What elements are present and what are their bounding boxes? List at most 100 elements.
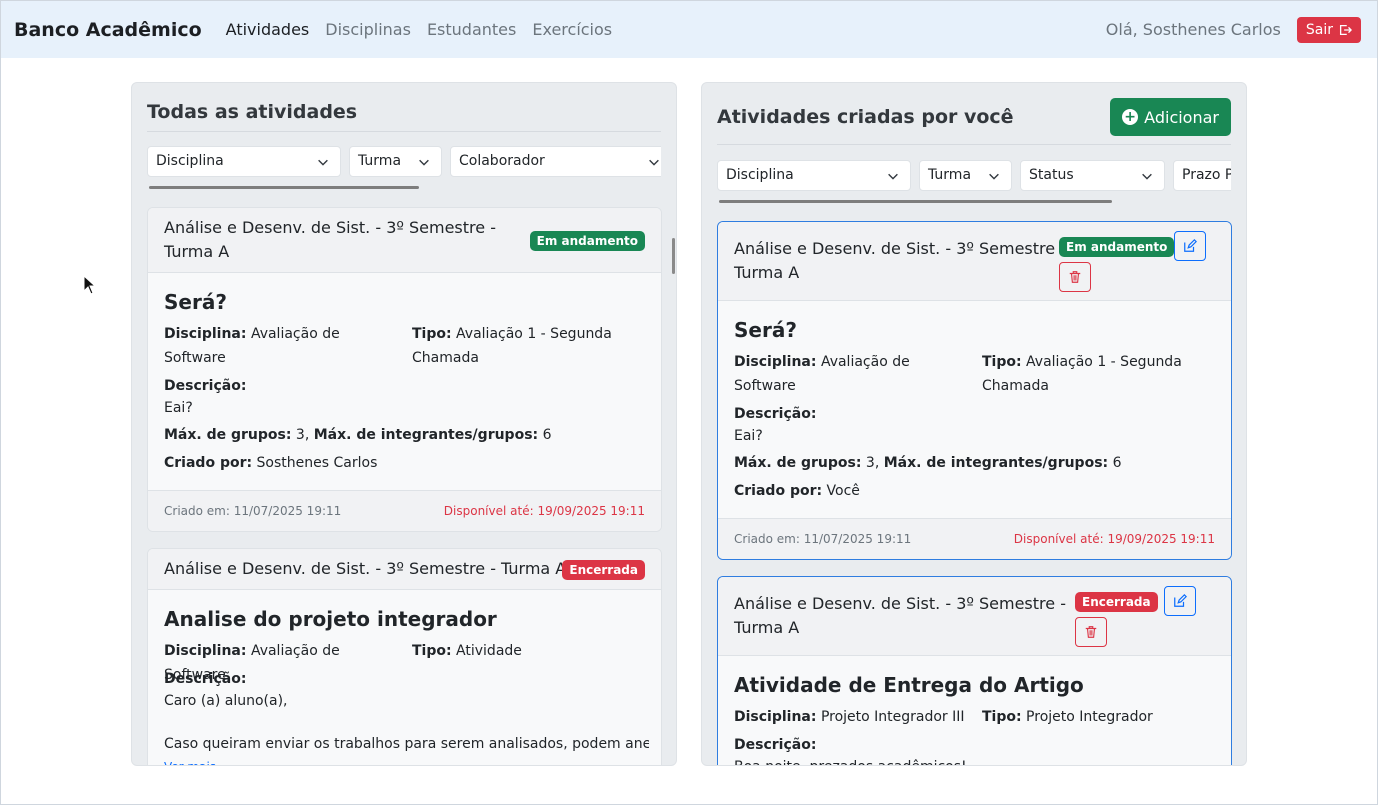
type-label: Tipo: [982, 709, 1022, 725]
filter-disciplina[interactable]: Disciplina [147, 146, 341, 177]
edit-icon [1174, 594, 1187, 607]
add-activity-label: Adicionar [1144, 107, 1219, 127]
add-activity-button[interactable]: + Adicionar [1110, 98, 1231, 136]
mouse-cursor-icon [83, 275, 95, 295]
filter-turma[interactable]: Turma [919, 160, 1012, 191]
status-badge: Encerrada [562, 560, 645, 580]
nav-exercicios[interactable]: Exercícios [532, 20, 612, 39]
created-by-label: Criado por: [164, 455, 253, 471]
all-activities-title: Todas as atividades [147, 101, 358, 123]
discipline-label: Disciplina: [734, 709, 817, 725]
chevron-down-icon [989, 173, 999, 180]
discipline-label: Disciplina: [164, 643, 247, 659]
max-groups-label: Máx. de grupos: [734, 455, 862, 471]
edit-button[interactable] [1174, 231, 1206, 261]
description-label: Descrição: [164, 667, 246, 691]
created-by-value: Você [826, 483, 860, 499]
plus-circle-icon: + [1122, 109, 1139, 125]
my-activities-title: Atividades criadas por você [717, 106, 1014, 128]
chevron-down-icon [888, 173, 898, 180]
card-title: Atividade de Entrega do Artigo [734, 673, 1084, 697]
type-value: Atividade [456, 643, 522, 659]
activity-card[interactable]: Análise e Desenv. de Sist. - 3º Semestre… [147, 207, 662, 532]
user-greeting: Olá, Sosthenes Carlos [1105, 20, 1281, 39]
discipline-field: Disciplina: Avaliação de Software [164, 322, 404, 370]
my-activity-card[interactable]: Análise e Desenv. de Sist. - 3º Semestre… [717, 221, 1232, 560]
status-badge: Em andamento [529, 231, 645, 251]
type-label: Tipo: [412, 326, 452, 342]
created-by-field: Criado por: Sosthenes Carlos [164, 451, 377, 475]
brand-logo[interactable]: Banco Acadêmico [14, 19, 202, 41]
card-class-name: Análise e Desenv. de Sist. - 3º Semestre… [164, 218, 496, 261]
logout-icon [1339, 24, 1352, 35]
discipline-field: Disciplina: Projeto Integrador III [734, 705, 974, 729]
discipline-value: Projeto Integrador III [820, 709, 965, 725]
delete-button[interactable] [1059, 262, 1091, 292]
chevron-down-icon [419, 159, 429, 166]
created-at: Criado em: 11/07/2025 19:11 [734, 532, 912, 546]
filter-prazo[interactable]: Prazo P [1173, 160, 1231, 191]
left-list-vertical-scrollbar[interactable] [672, 238, 675, 274]
filter-status[interactable]: Status [1020, 160, 1165, 191]
type-field: Tipo: Avaliação 1 - Segunda Chamada [982, 350, 1202, 398]
edit-icon [1184, 239, 1197, 252]
available-until: Disponível até: 19/09/2025 19:11 [443, 504, 645, 518]
description-label: Descrição: [164, 374, 246, 398]
description-label-text: Descrição: [734, 737, 817, 753]
logout-label: Sair [1305, 21, 1333, 38]
card-class-name-line: Turma A [734, 263, 800, 282]
nav-estudantes[interactable]: Estudantes [427, 20, 516, 39]
see-more-link[interactable]: Ver mais [164, 755, 216, 765]
max-members-label: Máx. de integrantes/grupos: [883, 455, 1109, 471]
my-activities-panel: Atividades criadas por você + Adicionar … [701, 82, 1247, 766]
created-at: Criado em: 11/07/2025 19:11 [164, 504, 342, 518]
card-title: Será? [164, 290, 227, 314]
all-activities-filters: Disciplina Turma Colaborador [147, 146, 661, 177]
type-label: Tipo: [412, 643, 452, 659]
card-title: Analise do projeto integrador [164, 607, 497, 631]
chevron-down-icon [649, 159, 659, 166]
activity-card[interactable]: Análise e Desenv. de Sist. - 3º Semestre… [147, 548, 662, 765]
card-footer: Criado em: 11/07/2025 19:11 Disponível a… [718, 518, 1231, 559]
top-navbar: Banco Acadêmico Atividades Disciplinas E… [1, 1, 1377, 58]
groups-field: Máx. de grupos: 3, Máx. de integrantes/g… [734, 455, 1122, 471]
filters-horizontal-scrollbar[interactable] [719, 200, 1112, 203]
max-members-value: 6 [542, 427, 552, 443]
filter-colaborador[interactable]: Colaborador [450, 146, 661, 177]
status-badge: Encerrada [1075, 592, 1158, 612]
all-activities-header: Todas as atividades [147, 93, 661, 132]
filter-disciplina[interactable]: Disciplina [717, 160, 911, 191]
nav-atividades[interactable]: Atividades [226, 20, 310, 39]
max-groups-label: Máx. de grupos: [164, 427, 292, 443]
filter-turma[interactable]: Turma [349, 146, 442, 177]
status-badge: Em andamento [1059, 237, 1175, 257]
my-activity-card[interactable]: Análise e Desenv. de Sist. - 3º Semestre… [717, 576, 1232, 765]
description-label-text: Descrição: [734, 406, 817, 422]
filter-turma-value: Turma [928, 167, 972, 183]
filter-disciplina-value: Disciplina [156, 153, 224, 169]
max-groups-value: 3 [295, 427, 305, 443]
groups-field: Máx. de grupos: 3, Máx. de integrantes/g… [164, 427, 552, 443]
trash-icon [1069, 271, 1081, 283]
type-field: Tipo: Projeto Integrador [982, 705, 1153, 729]
filters-horizontal-scrollbar[interactable] [149, 186, 419, 189]
description-label: Descrição: [734, 733, 816, 757]
description-value: Eai? [164, 400, 193, 416]
card-footer: Criado em: 11/07/2025 19:11 Disponível a… [148, 490, 661, 531]
chevron-down-icon [318, 159, 328, 166]
discipline-label: Disciplina: [734, 354, 817, 370]
created-by-label: Criado por: [734, 483, 823, 499]
discipline-label: Disciplina: [164, 326, 247, 342]
logout-button[interactable]: Sair [1296, 16, 1361, 43]
max-members-label: Máx. de integrantes/grupos: [313, 427, 539, 443]
nav-disciplinas[interactable]: Disciplinas [325, 20, 411, 39]
card-title: Será? [734, 318, 797, 342]
description-label-text: Descrição: [164, 378, 247, 394]
chevron-down-icon [1142, 173, 1152, 180]
filter-turma-value: Turma [358, 153, 402, 169]
edit-button[interactable] [1164, 586, 1196, 616]
created-by-value: Sosthenes Carlos [256, 455, 378, 471]
delete-button[interactable] [1075, 617, 1107, 647]
trash-icon [1085, 626, 1097, 638]
max-groups-value: 3 [865, 455, 875, 471]
